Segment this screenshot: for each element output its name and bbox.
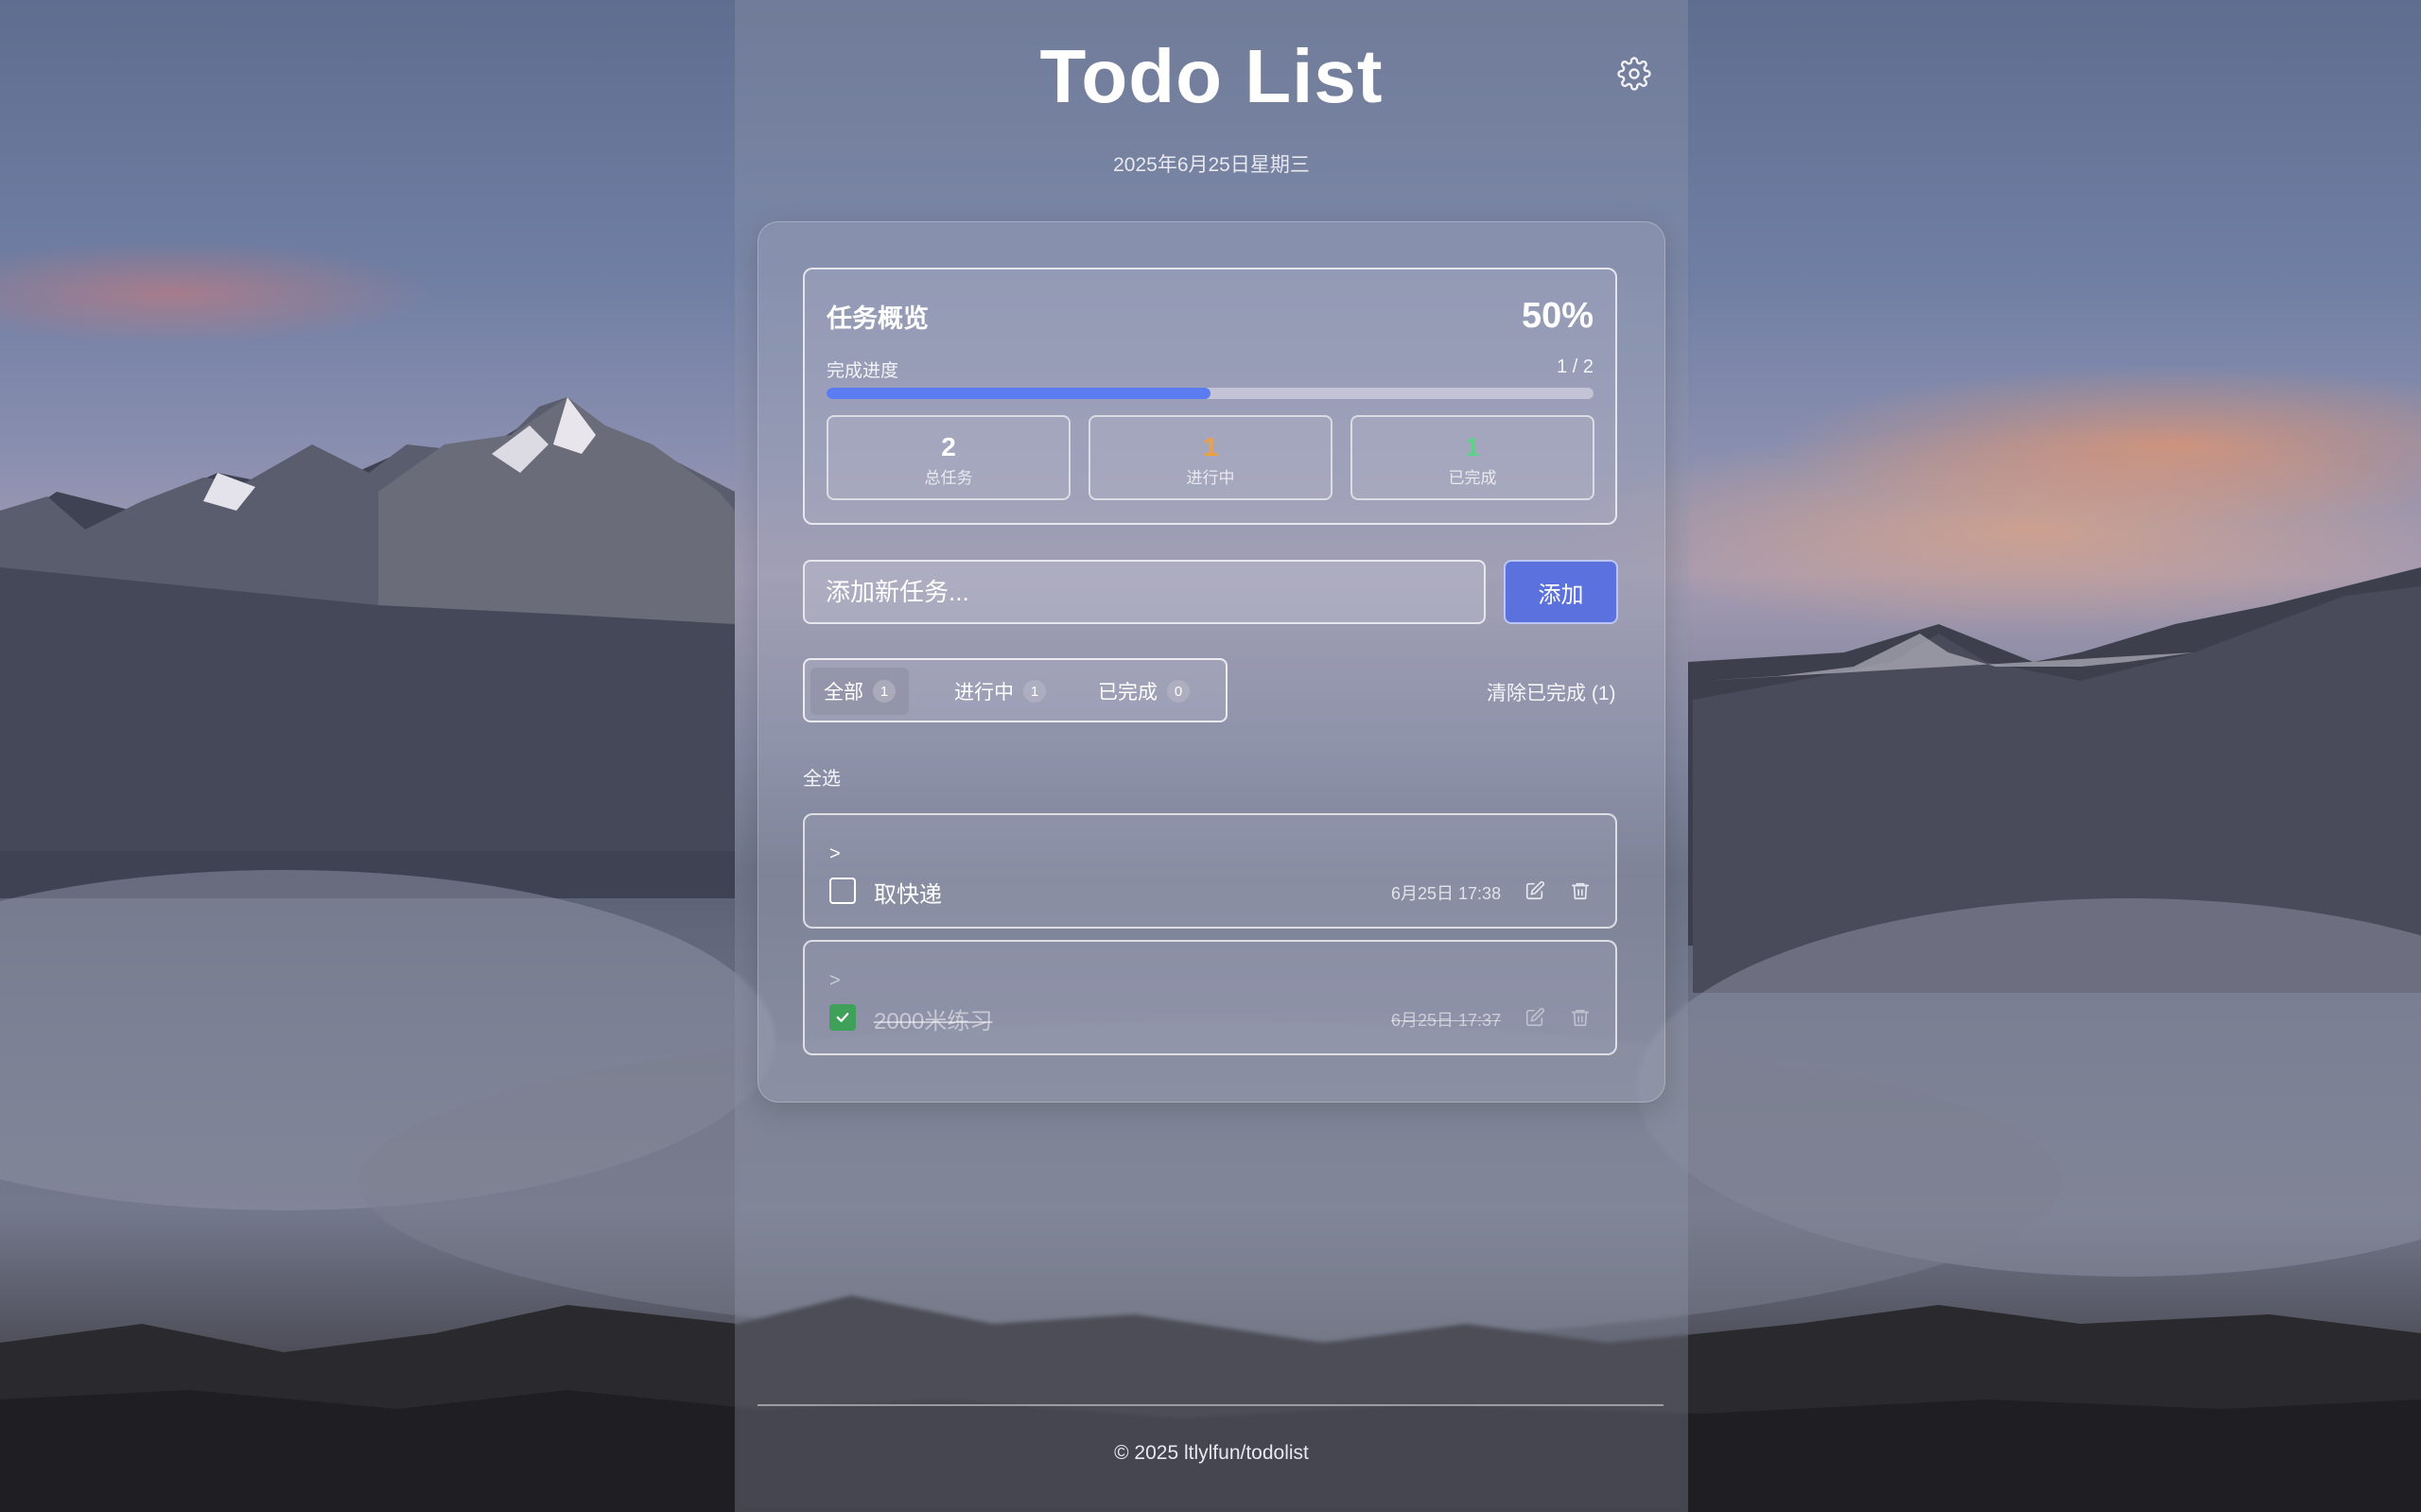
page-title: Todo List [1039, 34, 1384, 118]
todo-checkbox[interactable] [829, 878, 856, 904]
check-icon [836, 1013, 849, 1022]
footer-text: © 2025 ltlylfun/todolist [1114, 1442, 1309, 1464]
clear-completed-button[interactable]: 清除已完成 (1) [1487, 678, 1616, 706]
progress-bar [827, 388, 1594, 399]
tab-all-label: 全部 [824, 682, 863, 704]
todo-item: > 取快递 6月25日 17:38 [803, 813, 1617, 929]
todo-item: > 2000米练习 6月25日 17:37 [803, 940, 1617, 1055]
stat-completed-value: 1 [1465, 432, 1480, 461]
stat-total: 2 总任务 [827, 415, 1071, 500]
progress-bar-fill [827, 388, 1210, 399]
select-all-button[interactable]: 全选 [803, 763, 841, 791]
overview-panel: 任务概览 50% 完成进度 1 / 2 2 总任务 1 进行中 1 已完成 [803, 268, 1617, 525]
add-task-button[interactable]: 添加 [1504, 560, 1618, 624]
tab-completed-label: 已完成 [1098, 682, 1158, 704]
gear-icon[interactable] [1617, 57, 1651, 91]
stat-total-value: 2 [941, 432, 956, 461]
trash-icon[interactable] [1570, 1007, 1591, 1028]
current-date: 2025年6月25日星期三 [1113, 154, 1310, 176]
edit-icon[interactable] [1524, 880, 1545, 901]
stat-completed-label: 已完成 [1448, 469, 1497, 487]
tab-all[interactable]: 全部 1 [810, 668, 909, 715]
footer-divider [758, 1404, 1663, 1406]
todo-time: 6月25日 17:37 [1391, 1011, 1502, 1030]
tab-active-label: 进行中 [954, 682, 1014, 704]
tab-active-count: 1 [1023, 680, 1046, 703]
expand-toggle[interactable]: > [829, 970, 841, 992]
expand-toggle[interactable]: > [829, 843, 841, 865]
todo-text: 取快递 [874, 882, 942, 908]
new-task-input[interactable] [803, 560, 1486, 624]
stat-active: 1 进行中 [1089, 415, 1332, 500]
progress-label: 完成进度 [827, 361, 899, 381]
todo-checkbox[interactable] [829, 1004, 856, 1031]
tab-completed[interactable]: 已完成 0 [1085, 668, 1203, 715]
todo-text: 2000米练习 [874, 1009, 993, 1034]
stat-active-label: 进行中 [1186, 469, 1235, 487]
progress-count: 1 / 2 [1557, 356, 1594, 377]
stat-active-value: 1 [1203, 432, 1218, 461]
tab-all-count: 1 [873, 680, 896, 703]
trash-icon[interactable] [1570, 880, 1591, 901]
stat-completed: 1 已完成 [1350, 415, 1594, 500]
edit-icon[interactable] [1524, 1007, 1545, 1028]
tab-active[interactable]: 进行中 1 [941, 668, 1059, 715]
stat-total-label: 总任务 [924, 469, 973, 487]
filter-tabs: 全部 1 进行中 1 已完成 0 [803, 658, 1228, 722]
todo-time: 6月25日 17:38 [1391, 884, 1502, 903]
overview-title: 任务概览 [827, 304, 929, 333]
tab-completed-count: 0 [1167, 680, 1190, 703]
completion-percent: 50% [1521, 296, 1594, 336]
